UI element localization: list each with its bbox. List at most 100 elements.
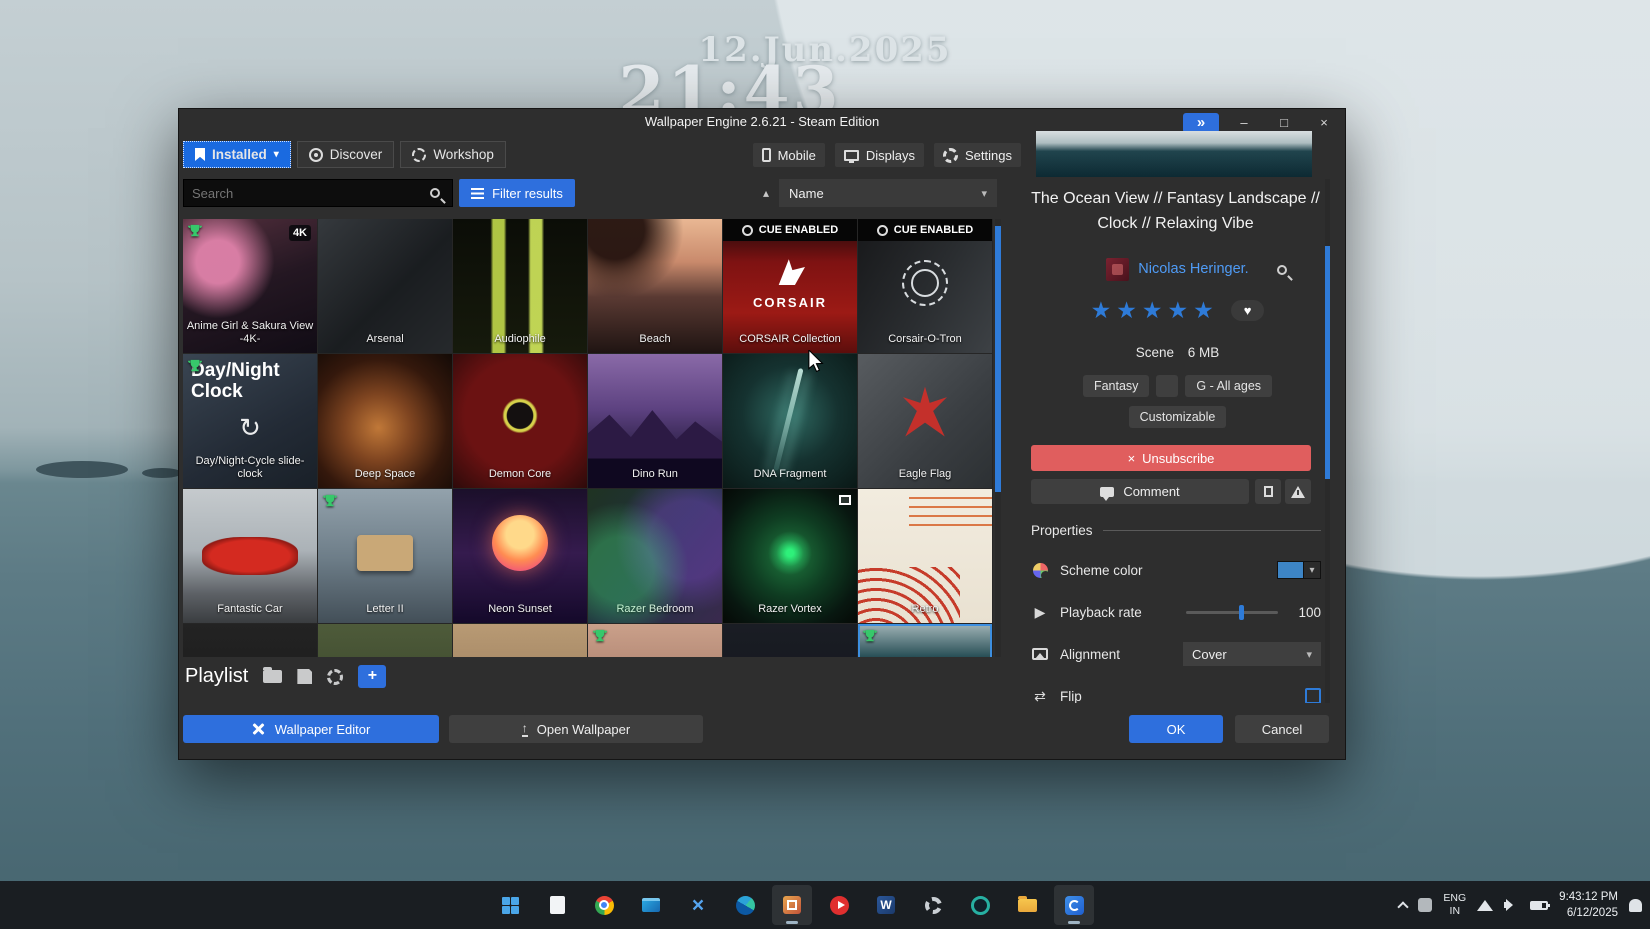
- wallpaper-tile[interactable]: Eagle Flag: [858, 354, 992, 488]
- panel-scrollbar[interactable]: [1325, 179, 1330, 703]
- start-button[interactable]: [490, 885, 530, 925]
- wallpaper-tile[interactable]: [588, 624, 722, 657]
- star-icon: ★: [1116, 297, 1142, 323]
- folder-icon: [1018, 899, 1037, 912]
- settings-button[interactable]: Settings: [934, 143, 1021, 167]
- rating-stars[interactable]: ★★★★★: [1091, 297, 1219, 324]
- tray-chevron-up-icon[interactable]: [1398, 901, 1409, 912]
- display-indicator-icon: [839, 495, 851, 505]
- wallpaper-tile[interactable]: Retro: [858, 489, 992, 623]
- displays-button[interactable]: Displays: [835, 143, 924, 167]
- comment-button[interactable]: Comment: [1031, 479, 1249, 504]
- taskbar-icon-docs[interactable]: [537, 885, 577, 925]
- wallpaper-tile[interactable]: [453, 624, 587, 657]
- wallpaper-tile[interactable]: DNA Fragment: [723, 354, 857, 488]
- corsair-wordmark: CORSAIR: [723, 295, 857, 310]
- add-playlist-button[interactable]: +: [358, 665, 386, 688]
- search-icon[interactable]: [430, 188, 440, 198]
- details-panel: The Ocean View // Fantasy Landscape // C…: [1024, 109, 1331, 759]
- taskbar-icon-word[interactable]: W: [866, 885, 906, 925]
- tools-icon: [252, 722, 266, 736]
- playback-rate-slider[interactable]: [1186, 611, 1278, 614]
- wallpaper-tile[interactable]: [723, 624, 857, 657]
- cancel-button[interactable]: Cancel: [1235, 715, 1329, 743]
- language-indicator[interactable]: ENG IN: [1443, 892, 1466, 918]
- taskbar-icon-edge[interactable]: [725, 885, 765, 925]
- playback-rate-value: 100: [1289, 605, 1321, 620]
- wallpaper-tile[interactable]: Razer Bedroom: [588, 489, 722, 623]
- tab-discover[interactable]: Discover: [297, 141, 395, 168]
- mobile-button[interactable]: Mobile: [753, 143, 825, 167]
- taskbar-icon-explorer[interactable]: [1007, 885, 1047, 925]
- window-title: Wallpaper Engine 2.6.21 - Steam Edition: [645, 114, 879, 129]
- ok-button[interactable]: OK: [1129, 715, 1223, 743]
- panel-scrollbar-thumb[interactable]: [1325, 246, 1330, 479]
- collapse-button[interactable]: ▴: [753, 181, 779, 205]
- taskbar: × W ENG IN 9:43:12 PM 6/12/2025: [0, 881, 1650, 929]
- wallpaper-editor-button[interactable]: Wallpaper Editor: [183, 715, 439, 743]
- copy-button[interactable]: [1255, 479, 1281, 504]
- wallpaper-tile[interactable]: 4K Anime Girl & Sakura View -4K-: [183, 219, 317, 353]
- wallpaper-tile[interactable]: Demon Core: [453, 354, 587, 488]
- taskbar-icon-files[interactable]: [631, 885, 671, 925]
- scheme-color-picker[interactable]: ▾: [1277, 561, 1321, 579]
- wallpaper-tile[interactable]: Neon Sunset: [453, 489, 587, 623]
- wallpaper-tile[interactable]: CUE ENABLED CORSAIR CORSAIR Collection: [723, 219, 857, 353]
- wallpaper-tile[interactable]: Audiophile: [453, 219, 587, 353]
- search-author-button[interactable]: [1271, 259, 1293, 281]
- wallpaper-tile-selected[interactable]: 1:18: [858, 624, 992, 657]
- wallpaper-engine-icon: [1065, 896, 1084, 915]
- window-toolbar: Mobile Displays Settings: [753, 143, 1021, 167]
- wallpaper-tile[interactable]: Dino Run: [588, 354, 722, 488]
- flip-icon: ⇄: [1031, 688, 1049, 704]
- flip-checkbox[interactable]: [1305, 688, 1321, 703]
- color-swatch[interactable]: [1277, 561, 1304, 579]
- wallpaper-tile[interactable]: Beach: [588, 219, 722, 353]
- caret-down-icon[interactable]: ▾: [1304, 561, 1321, 579]
- taskbar-icon-youtube-music[interactable]: [819, 885, 859, 925]
- author-link[interactable]: Nicolas Heringer.: [1138, 261, 1248, 277]
- caret-down-icon: ▾: [1306, 648, 1312, 661]
- wallpaper-tile[interactable]: CUE ENABLED Corsair-O-Tron: [858, 219, 992, 353]
- open-playlist-folder-icon[interactable]: [263, 670, 282, 683]
- tab-installed[interactable]: Installed ▾: [183, 141, 291, 168]
- wifi-icon[interactable]: [1477, 900, 1493, 911]
- author-avatar[interactable]: [1106, 258, 1129, 281]
- taskbar-icon-chrome[interactable]: [584, 885, 624, 925]
- workshop-icon: [412, 148, 426, 162]
- wallpaper-tile[interactable]: Fantastic Car: [183, 489, 317, 623]
- tray-app-icon[interactable]: [1418, 898, 1432, 912]
- properties-section: Properties Scheme color ▾ ▶ Playback rat…: [1024, 517, 1331, 703]
- wallpaper-tile[interactable]: Day/Night Clock ↻ Day/Night-Cycle slide-…: [183, 354, 317, 488]
- caret-down-icon: ▾: [981, 187, 987, 200]
- clock-tray[interactable]: 9:43:12 PM 6/12/2025: [1559, 889, 1618, 921]
- grid-scrollbar[interactable]: [995, 219, 1001, 657]
- taskbar-icon-teal-app[interactable]: [960, 885, 1000, 925]
- report-button[interactable]: [1285, 479, 1311, 504]
- battery-icon[interactable]: [1530, 901, 1548, 910]
- favorite-button[interactable]: ♥: [1231, 300, 1265, 321]
- unsubscribe-button[interactable]: × Unsubscribe: [1031, 445, 1311, 471]
- notification-bell-icon[interactable]: [1629, 899, 1642, 912]
- wallpaper-tile[interactable]: Deep Space: [318, 354, 452, 488]
- open-wallpaper-button[interactable]: ↑ Open Wallpaper: [449, 715, 703, 743]
- slider-thumb[interactable]: [1239, 605, 1244, 620]
- wallpaper-tile[interactable]: Arsenal: [318, 219, 452, 353]
- wallpaper-tile[interactable]: Letter II: [318, 489, 452, 623]
- sort-dropdown[interactable]: Name ▾: [779, 179, 997, 207]
- taskbar-icon-settings[interactable]: [913, 885, 953, 925]
- tab-workshop[interactable]: Workshop: [400, 141, 506, 168]
- taskbar-icon-snip[interactable]: [772, 885, 812, 925]
- alignment-dropdown[interactable]: Cover ▾: [1183, 642, 1321, 666]
- search-input[interactable]: [184, 186, 430, 201]
- wallpaper-tile[interactable]: [183, 624, 317, 657]
- grid-scrollbar-thumb[interactable]: [995, 226, 1001, 492]
- taskbar-icon-x[interactable]: ×: [678, 885, 718, 925]
- wallpaper-tile[interactable]: [318, 624, 452, 657]
- save-playlist-icon[interactable]: [297, 669, 312, 684]
- filter-results-button[interactable]: Filter results: [459, 179, 575, 207]
- wallpaper-tile[interactable]: Razer Vortex: [723, 489, 857, 623]
- playlist-settings-icon[interactable]: [327, 669, 343, 685]
- taskbar-icon-wallpaper-engine[interactable]: [1054, 885, 1094, 925]
- volume-icon[interactable]: [1504, 899, 1519, 912]
